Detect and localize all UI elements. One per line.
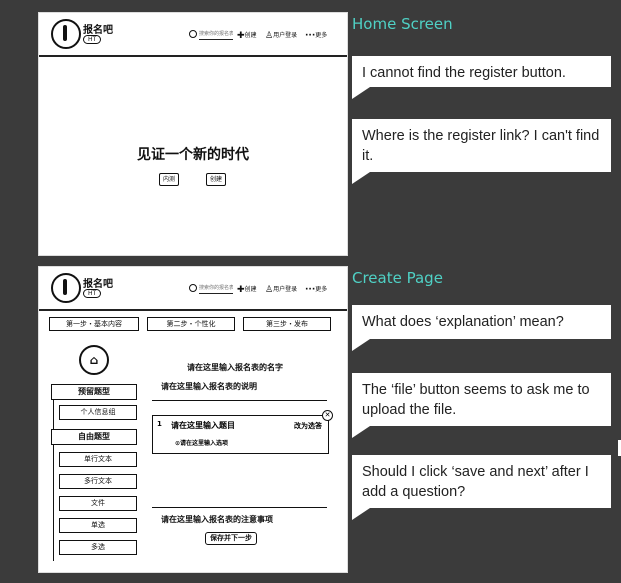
header-divider bbox=[39, 55, 347, 57]
form-notes-input[interactable]: 请在这里输入报名表的注意事项 bbox=[161, 514, 273, 525]
home-screen-mockup: 报名吧 HT ✚创建 ♙用户登录 ···更多 见证一个新的时代 内测 创建 bbox=[38, 12, 348, 256]
user-icon: ♙ bbox=[265, 31, 274, 41]
more-dots-icon: ··· bbox=[305, 31, 316, 41]
search-icon[interactable] bbox=[189, 284, 197, 292]
sidebar-group-free[interactable]: 自由题型 bbox=[51, 429, 137, 445]
comment-text: Where is the register link? I can't find… bbox=[362, 128, 600, 164]
header-divider bbox=[39, 309, 347, 311]
step-3-tab[interactable]: 第三步・发布 bbox=[243, 317, 331, 331]
nav-create-link[interactable]: ✚创建 bbox=[237, 284, 257, 295]
home-screen-title: Home Screen bbox=[352, 15, 453, 33]
comment-bubble: Should I click ‘save and next’ after I a… bbox=[352, 455, 611, 520]
site-header: 报名吧 HT ✚创建 ♙用户登录 ···更多 bbox=[39, 267, 347, 309]
form-title-input[interactable]: 请在这里输入报名表的名字 bbox=[187, 362, 283, 373]
brand-tag: HT bbox=[83, 289, 102, 298]
user-icon: ♙ bbox=[265, 285, 274, 295]
site-header: 报名吧 HT ✚创建 ♙用户登录 ···更多 bbox=[39, 13, 347, 55]
site-brand[interactable]: 报名吧 bbox=[83, 275, 113, 290]
sidebar-rail bbox=[53, 385, 54, 561]
sidebar-item-single-choice[interactable]: 单选 bbox=[59, 518, 137, 533]
sidebar-group-preset[interactable]: 预留题型 bbox=[51, 384, 137, 400]
comment-text: What does ‘explanation’ mean? bbox=[362, 314, 564, 330]
nav-login-link[interactable]: ♙用户登录 bbox=[265, 284, 297, 295]
nav-more-link[interactable]: ···更多 bbox=[305, 284, 327, 295]
save-and-next-button[interactable]: 保存并下一步 bbox=[205, 532, 257, 545]
create-button[interactable]: 创建 bbox=[206, 173, 227, 186]
brand-tag: HT bbox=[83, 35, 102, 44]
form-icon: ⌂ bbox=[79, 345, 109, 375]
sidebar-item-personal-info[interactable]: 个人信息组 bbox=[59, 405, 137, 420]
question-title-input[interactable]: 请在这里输入题目 bbox=[171, 420, 235, 431]
comment-text: The ‘file’ button seems to ask me to upl… bbox=[362, 382, 590, 418]
step-2-tab[interactable]: 第二步・个性化 bbox=[147, 317, 235, 331]
nav-more-link[interactable]: ···更多 bbox=[305, 30, 327, 41]
question-card[interactable]: 1 请在这里输入题目 改为选答 ⊙请在这里输入选项 ✕ bbox=[152, 410, 333, 454]
create-page-mockup: 报名吧 HT ✚创建 ♙用户登录 ···更多 第一步・基本内容 第二步・个性化 … bbox=[38, 266, 348, 573]
plus-icon: ✚ bbox=[237, 285, 245, 295]
create-page-title: Create Page bbox=[352, 269, 443, 287]
sidebar-item-file[interactable]: 文件 bbox=[59, 496, 137, 511]
comment-bubble: Where is the register link? I can't find… bbox=[352, 119, 611, 184]
bubble-tail bbox=[352, 339, 370, 351]
nav-login-link[interactable]: ♙用户登录 bbox=[265, 30, 297, 41]
close-icon[interactable]: ✕ bbox=[322, 410, 333, 421]
toggle-optional-button[interactable]: 改为选答 bbox=[294, 421, 322, 431]
plus-icon: ✚ bbox=[237, 31, 245, 41]
sidebar-item-multi-line[interactable]: 多行文本 bbox=[59, 474, 137, 489]
comment-bubble: What does ‘explanation’ mean? bbox=[352, 305, 611, 351]
tree-logo-icon[interactable] bbox=[51, 273, 81, 303]
comment-bubble: I cannot find the register button. bbox=[352, 56, 611, 99]
beta-button[interactable]: 内测 bbox=[159, 173, 180, 186]
comment-text: I cannot find the register button. bbox=[362, 65, 566, 81]
question-option[interactable]: ⊙请在这里输入选项 bbox=[175, 438, 228, 447]
question-number: 1 bbox=[157, 420, 162, 428]
bubble-tail bbox=[352, 508, 370, 520]
comment-text: Should I click ‘save and next’ after I a… bbox=[362, 464, 589, 500]
step-progress-bar: 第一步・基本内容 第二步・个性化 第三步・发布 bbox=[39, 317, 347, 331]
form-description-input[interactable]: 请在这里输入报名表的说明 bbox=[161, 381, 257, 392]
description-underline bbox=[152, 400, 327, 401]
search-input[interactable] bbox=[199, 29, 233, 40]
nav-create-link[interactable]: ✚创建 bbox=[237, 30, 257, 41]
tree-logo-icon[interactable] bbox=[51, 19, 81, 49]
bubble-tail bbox=[352, 426, 370, 438]
search-input[interactable] bbox=[199, 283, 233, 294]
step-1-tab[interactable]: 第一步・基本内容 bbox=[49, 317, 139, 331]
hero-title: 见证一个新的时代 bbox=[137, 147, 249, 163]
bubble-tail bbox=[352, 172, 370, 184]
site-brand[interactable]: 报名吧 bbox=[83, 21, 113, 36]
notes-divider bbox=[152, 507, 327, 508]
sidebar-item-multi-choice[interactable]: 多选 bbox=[59, 540, 137, 555]
sidebar-item-single-line[interactable]: 单行文本 bbox=[59, 452, 137, 467]
bubble-tail bbox=[352, 87, 370, 99]
search-icon[interactable] bbox=[189, 30, 197, 38]
comment-bubble: The ‘file’ button seems to ask me to upl… bbox=[352, 373, 611, 438]
more-dots-icon: ··· bbox=[305, 285, 316, 295]
